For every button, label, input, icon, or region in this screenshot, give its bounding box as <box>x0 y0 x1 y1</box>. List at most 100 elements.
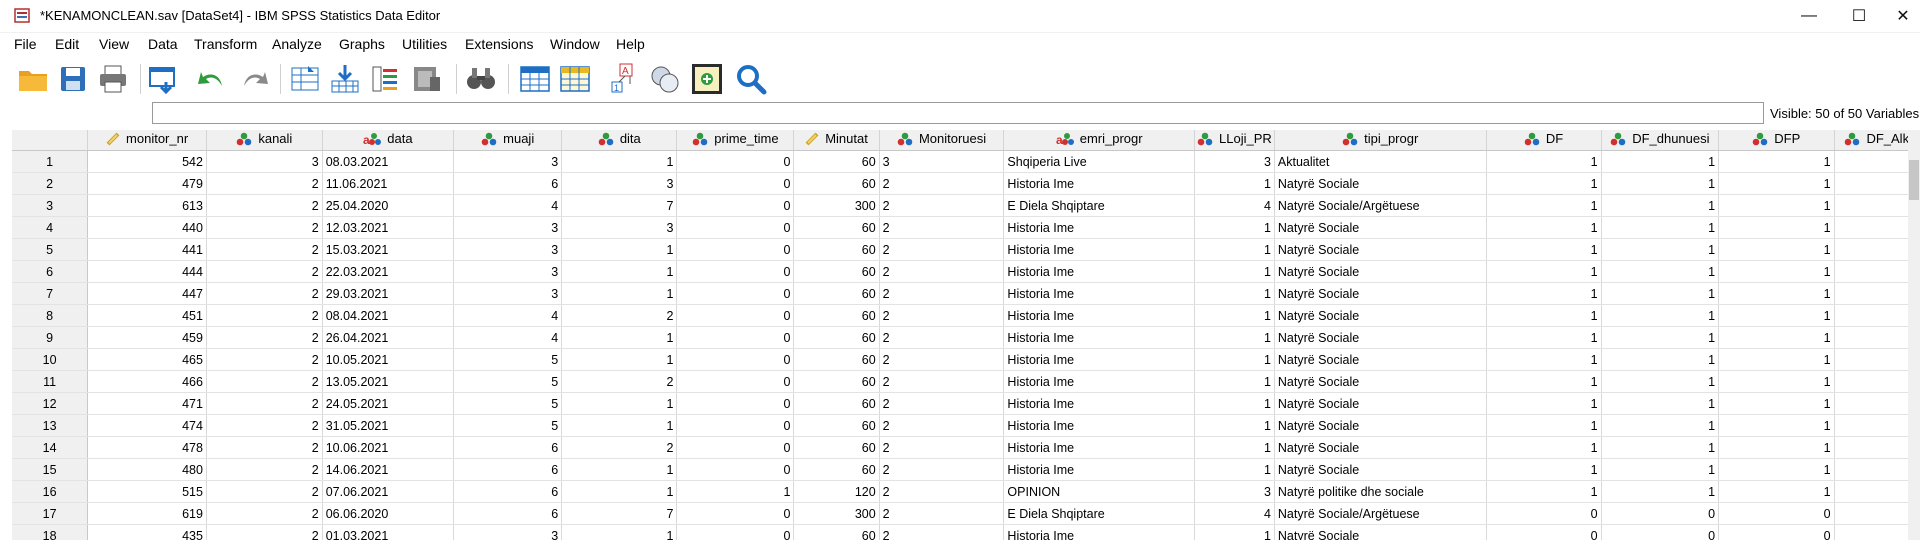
grid-cell[interactable]: 1 <box>1194 392 1275 415</box>
grid-cell[interactable] <box>1834 524 1920 540</box>
grid-cell[interactable]: 1 <box>1194 524 1275 540</box>
grid-cell[interactable]: Natyrë Sociale <box>1274 458 1487 481</box>
grid-cell[interactable]: 435 <box>87 524 207 540</box>
grid-cell[interactable]: 3 <box>453 282 563 305</box>
grid-cell[interactable] <box>1834 216 1920 239</box>
grid-cell[interactable]: 1 <box>676 480 795 503</box>
grid-cell[interactable]: 2 <box>879 502 1005 525</box>
scrollbar-thumb[interactable] <box>1909 160 1919 200</box>
select-cases-icon[interactable] <box>688 60 726 98</box>
grid-cell[interactable]: 1 <box>1718 150 1835 173</box>
grid-cell[interactable]: 1 <box>1194 326 1275 349</box>
grid-cell[interactable]: 0 <box>676 370 795 393</box>
grid-cell[interactable]: 0 <box>1718 502 1835 525</box>
grid-cell[interactable]: 5 <box>453 392 563 415</box>
grid-cell[interactable] <box>1834 458 1920 481</box>
grid-cell[interactable]: 480 <box>87 458 207 481</box>
grid-cell[interactable]: Natyrë politike dhe sociale <box>1274 480 1487 503</box>
print-icon[interactable] <box>94 60 132 98</box>
grid-cell[interactable] <box>1834 436 1920 459</box>
grid-cell[interactable]: 0 <box>676 194 795 217</box>
grid-cell[interactable]: 1 <box>1486 436 1602 459</box>
grid-cell[interactable]: 2 <box>206 370 323 393</box>
grid-cell[interactable]: 3 <box>453 260 563 283</box>
grid-cell[interactable]: 07.06.2021 <box>322 480 455 503</box>
menu-edit[interactable]: Edit <box>55 36 79 52</box>
column-header-DF[interactable]: DF <box>1486 130 1602 151</box>
split-file-icon[interactable]: A1 <box>606 60 644 98</box>
column-header-prime_time[interactable]: prime_time <box>676 130 795 151</box>
grid-cell[interactable] <box>1834 238 1920 261</box>
grid-cell[interactable]: 24.05.2021 <box>322 392 455 415</box>
find-icon[interactable] <box>462 60 500 98</box>
grid-cell[interactable]: 1 <box>1718 414 1835 437</box>
grid-cell[interactable]: 1 <box>1194 172 1275 195</box>
grid-cell[interactable]: 1 <box>1601 194 1720 217</box>
grid-cell[interactable]: 542 <box>87 150 207 173</box>
grid-cell[interactable]: 5 <box>453 348 563 371</box>
grid-cell[interactable]: 1 <box>1194 414 1275 437</box>
minimize-button[interactable]: — <box>1786 0 1832 32</box>
grid-cell[interactable]: 11.06.2021 <box>322 172 455 195</box>
grid-cell[interactable]: 0 <box>676 458 795 481</box>
grid-cell[interactable]: 466 <box>87 370 207 393</box>
row-number[interactable]: 15 <box>12 458 89 481</box>
grid-cell[interactable]: 1 <box>1718 172 1835 195</box>
grid-cell[interactable]: 451 <box>87 304 207 327</box>
grid-cell[interactable]: 1 <box>1601 216 1720 239</box>
grid-cell[interactable]: 1 <box>1718 282 1835 305</box>
cell-value-input[interactable] <box>152 102 1764 124</box>
grid-cell[interactable]: 08.03.2021 <box>322 150 455 173</box>
row-number[interactable]: 5 <box>12 238 89 261</box>
grid-cell[interactable]: Natyrë Sociale <box>1274 414 1487 437</box>
grid-cell[interactable] <box>1834 282 1920 305</box>
grid-cell[interactable]: 3 <box>1194 150 1275 173</box>
grid-cell[interactable]: 60 <box>793 260 880 283</box>
row-number[interactable]: 13 <box>12 414 89 437</box>
grid-cell[interactable]: 60 <box>793 238 880 261</box>
grid-cell[interactable]: 15.03.2021 <box>322 238 455 261</box>
grid-cell[interactable]: 60 <box>793 524 880 540</box>
grid-cell[interactable]: 1 <box>1194 304 1275 327</box>
menu-analyze[interactable]: Analyze <box>272 36 322 52</box>
grid-cell[interactable]: 1 <box>1194 282 1275 305</box>
column-header-dita[interactable]: dita <box>561 130 678 151</box>
grid-cell[interactable]: 4 <box>1194 194 1275 217</box>
grid-cell[interactable]: 2 <box>879 414 1005 437</box>
grid-cell[interactable]: 22.03.2021 <box>322 260 455 283</box>
grid-cell[interactable]: Natyrë Sociale/Argëtuese <box>1274 194 1487 217</box>
grid-cell[interactable]: 2 <box>879 238 1005 261</box>
menu-data[interactable]: Data <box>148 36 178 52</box>
grid-cell[interactable]: Historia Ime <box>1003 172 1195 195</box>
grid-cell[interactable]: Natyrë Sociale <box>1274 304 1487 327</box>
grid-cell[interactable]: 1 <box>1601 414 1720 437</box>
grid-cell[interactable]: 1 <box>1486 348 1602 371</box>
column-header-data[interactable]: a data <box>322 130 455 151</box>
grid-cell[interactable]: 4 <box>453 326 563 349</box>
grid-cell[interactable]: 1 <box>561 524 678 540</box>
column-header-Monitoruesi[interactable]: Monitoruesi <box>879 130 1005 151</box>
grid-cell[interactable]: 2 <box>206 348 323 371</box>
grid-cell[interactable]: 1 <box>1718 436 1835 459</box>
grid-cell[interactable]: 6 <box>453 502 563 525</box>
grid-cell[interactable]: 1 <box>1486 392 1602 415</box>
grid-cell[interactable]: 2 <box>879 326 1005 349</box>
grid-cell[interactable]: 1 <box>1194 370 1275 393</box>
grid-cell[interactable]: 14.06.2021 <box>322 458 455 481</box>
row-number[interactable]: 7 <box>12 282 89 305</box>
grid-cell[interactable]: Historia Ime <box>1003 326 1195 349</box>
grid-cell[interactable]: 2 <box>206 260 323 283</box>
grid-cell[interactable]: 0 <box>1601 524 1720 540</box>
grid-cell[interactable]: 3 <box>453 216 563 239</box>
grid-cell[interactable]: 2 <box>206 172 323 195</box>
column-header-kanali[interactable]: kanali <box>206 130 323 151</box>
grid-cell[interactable]: E Diela Shqiptare <box>1003 502 1195 525</box>
grid-cell[interactable]: 6 <box>453 436 563 459</box>
grid-cell[interactable]: 1 <box>1194 238 1275 261</box>
grid-cell[interactable]: 471 <box>87 392 207 415</box>
grid-cell[interactable]: 4 <box>1194 502 1275 525</box>
grid-cell[interactable]: Historia Ime <box>1003 260 1195 283</box>
grid-cell[interactable]: 08.04.2021 <box>322 304 455 327</box>
column-header-DFP[interactable]: DFP <box>1718 130 1835 151</box>
grid-cell[interactable]: 2 <box>206 502 323 525</box>
